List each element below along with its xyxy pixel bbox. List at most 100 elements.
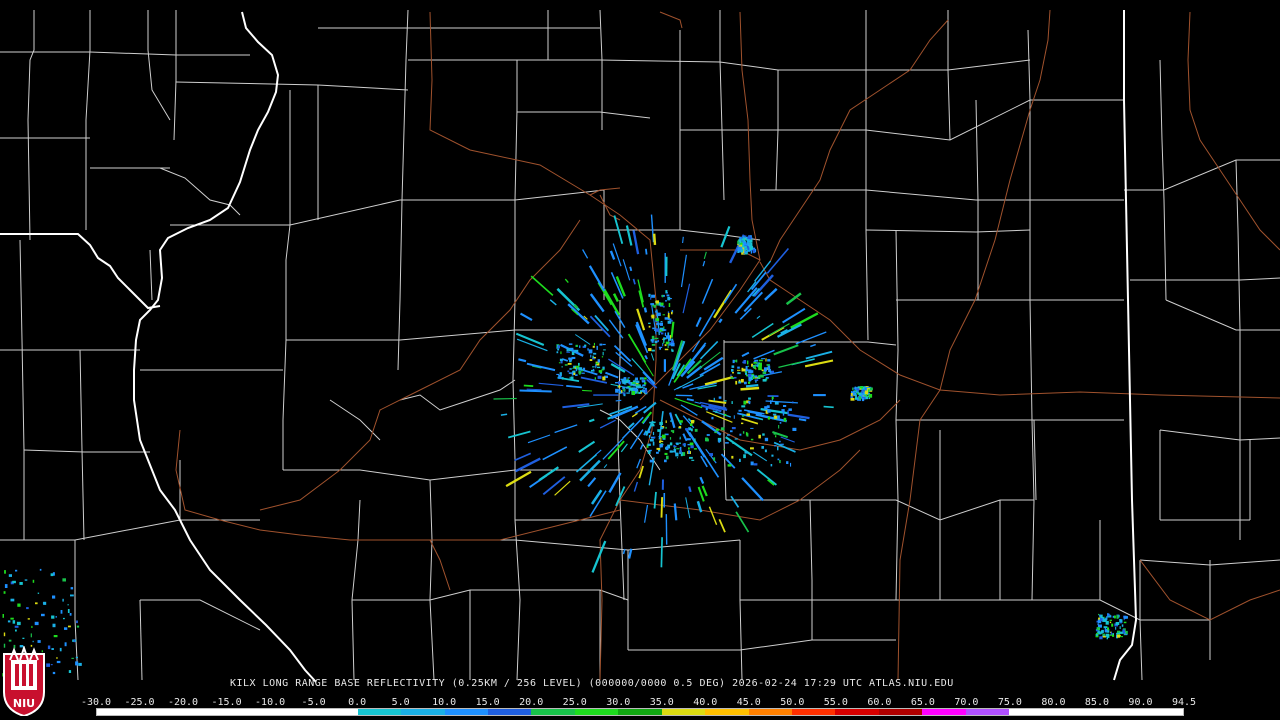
echo-streak — [798, 418, 807, 422]
echo-streak — [718, 318, 723, 324]
echo-pixel — [691, 428, 693, 432]
echo-streak — [674, 413, 682, 426]
echo-streak — [612, 243, 622, 267]
echo-pixel — [644, 382, 647, 385]
echo-pixel — [850, 393, 853, 396]
echo-streak — [639, 443, 644, 450]
echo-pixel — [760, 374, 764, 378]
echo-pixel — [720, 427, 725, 431]
echo-pixel — [648, 325, 651, 328]
echo-pixel — [1100, 630, 1103, 634]
echo-pixel — [689, 456, 693, 459]
colorbar-swatch — [661, 709, 706, 715]
echo-pixel — [746, 239, 750, 242]
echo-streak — [632, 278, 636, 285]
echo-streak — [542, 476, 566, 496]
echo-pixel — [686, 438, 691, 441]
echo-pixel — [652, 327, 655, 330]
echo-pixel — [661, 329, 666, 331]
echo-pixel — [648, 430, 651, 433]
echo-pixel — [731, 427, 736, 430]
echo-streak — [538, 466, 560, 482]
echo-pixel — [753, 463, 758, 466]
echo-pixel — [748, 381, 751, 384]
echo-pixel — [787, 410, 789, 414]
echo-pixel — [558, 362, 561, 364]
echo-pixel — [3, 591, 6, 594]
echo-pixel — [596, 345, 598, 350]
echo-pixel — [1096, 627, 1100, 631]
echo-streak — [615, 399, 622, 402]
echo-pixel — [643, 387, 645, 389]
echo-pixel — [764, 437, 769, 442]
echo-pixel — [659, 421, 663, 425]
echo-pixel — [662, 314, 665, 316]
echo-pixel — [767, 416, 771, 420]
echo-pixel — [590, 354, 592, 358]
echo-streak — [542, 446, 568, 461]
echo-pixel — [10, 598, 15, 602]
echo-streak — [701, 485, 708, 497]
echo-streak — [567, 303, 590, 325]
colorbar-swatch — [444, 709, 488, 715]
colorbar-tick: 75.0 — [997, 697, 1022, 708]
echo-pixel — [724, 413, 727, 417]
echo-pixel — [56, 660, 61, 664]
echo-pixel — [749, 246, 754, 250]
echo-pixel — [578, 373, 581, 375]
echo-pixel — [765, 377, 769, 379]
echo-pixel — [667, 312, 670, 316]
echo-pixel — [599, 343, 603, 346]
echo-streak — [575, 453, 598, 473]
echo-pixel — [581, 372, 585, 374]
echo-pixel — [779, 460, 781, 464]
echo-pixel — [754, 375, 758, 378]
echo-pixel — [76, 620, 78, 624]
colorbar-swatch — [1139, 709, 1183, 715]
echo-pixel — [652, 431, 655, 436]
echo-pixel — [753, 361, 757, 364]
echo-pixel — [739, 246, 742, 250]
echo-streak — [554, 424, 578, 434]
echo-pixel — [790, 462, 792, 467]
echo-pixel — [859, 386, 864, 389]
echo-pixel — [645, 389, 648, 394]
echo-pixel — [615, 382, 618, 384]
echo-pixel — [592, 368, 595, 372]
echo-pixel — [578, 370, 582, 374]
echo-streak — [631, 358, 645, 373]
niu-logo: NIU — [2, 644, 46, 718]
echo-pixel — [734, 438, 738, 440]
echo-streak — [704, 375, 734, 386]
colorbar-tick: 94.5 — [1171, 697, 1197, 708]
echo-pixel — [62, 578, 66, 582]
echo-pixel — [783, 405, 787, 407]
echo-pixel — [632, 381, 636, 384]
echo-pixel — [655, 318, 660, 321]
echo-pixel — [1099, 636, 1103, 640]
echo-pixel — [651, 335, 655, 340]
colorbar-swatch — [140, 709, 184, 715]
echo-pixel — [761, 446, 764, 449]
echo-streak — [764, 287, 778, 301]
echo-pixel — [664, 317, 669, 320]
echo-pixel — [730, 374, 732, 377]
echo-streak — [644, 354, 648, 360]
echo-pixel — [679, 446, 682, 451]
echo-pixel — [633, 388, 637, 392]
echo-pixel — [868, 394, 873, 398]
echo-pixel — [762, 433, 765, 436]
echo-pixel — [595, 362, 599, 364]
echo-pixel — [615, 388, 618, 393]
echo-pixel — [671, 348, 673, 352]
echo-pixel — [78, 662, 82, 666]
echo-pixel — [626, 386, 629, 389]
colorbar-swatch — [314, 709, 358, 715]
echo-pixel — [669, 450, 673, 453]
echo-pixel — [766, 405, 770, 409]
echo-pixel — [655, 328, 660, 332]
echo-streak — [741, 477, 764, 502]
echo-streak — [638, 465, 644, 479]
echo-pixel — [748, 378, 752, 381]
echo-pixel — [1116, 615, 1119, 619]
